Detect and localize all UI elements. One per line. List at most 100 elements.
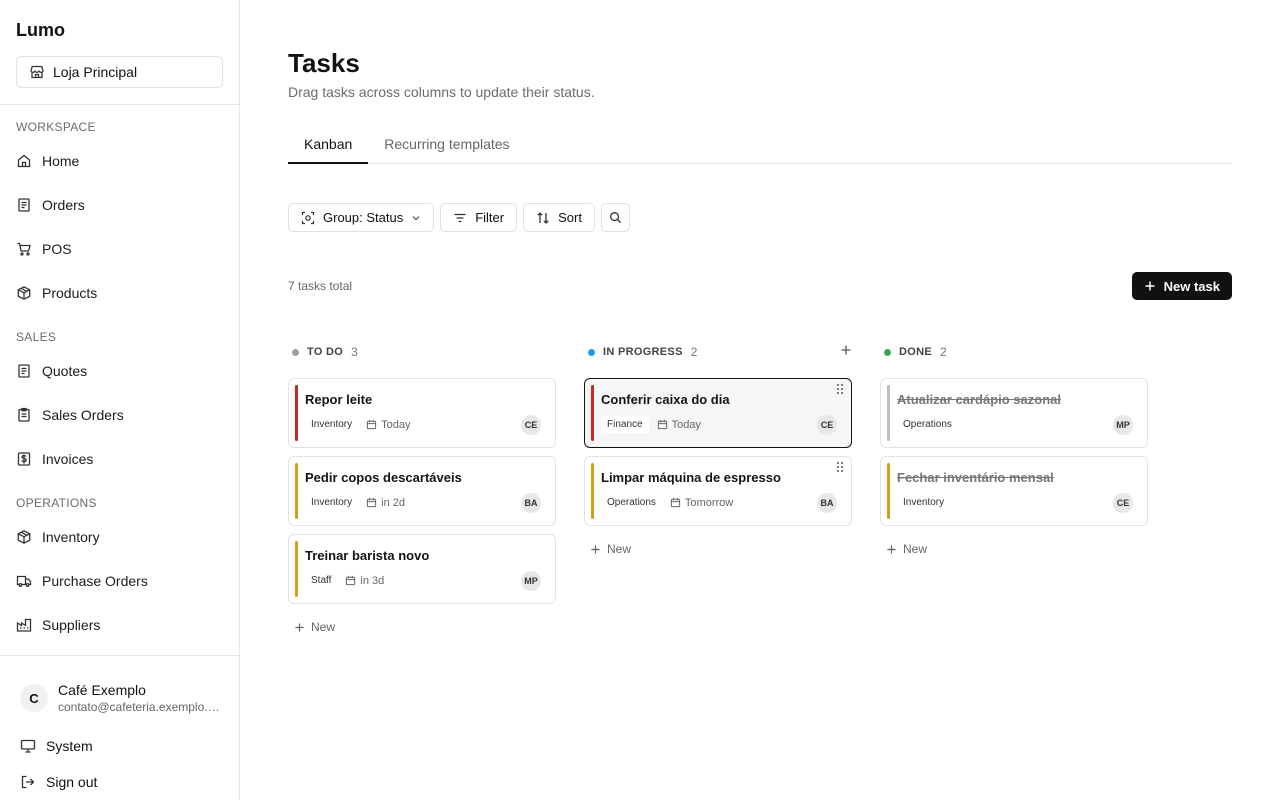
store-switcher[interactable]: Loja Principal [16, 56, 223, 88]
assignee-avatar: CE [1113, 493, 1133, 513]
system-theme-button[interactable]: System [0, 728, 239, 764]
priority-bar [295, 385, 298, 441]
calendar-icon [366, 419, 377, 430]
task-meta: Staff in 3d [305, 572, 384, 589]
status-dot [588, 348, 595, 356]
task-tag: Operations [601, 494, 662, 511]
view-tabs: Kanban Recurring templates [288, 126, 1232, 164]
task-tag: Inventory [305, 494, 359, 511]
task-due: Today [366, 418, 411, 431]
column-count: 2 [939, 345, 947, 359]
new-task-button[interactable]: New task [1131, 272, 1232, 300]
section-label-workspace: WORKSPACE [16, 120, 96, 134]
sidebar-item-orders[interactable]: Orders [0, 183, 239, 227]
sidebar-item-home[interactable]: Home [0, 139, 239, 183]
due-label: Today [671, 418, 701, 431]
due-label: Tomorrow [684, 496, 734, 509]
task-card[interactable]: Treinar barista novo Staff in 3d MP [288, 534, 556, 604]
priority-bar [887, 463, 890, 519]
box-icon [16, 529, 32, 545]
sidebar-item-products[interactable]: Products [0, 271, 239, 315]
plus-icon [1144, 280, 1156, 292]
column-title: TO DO [307, 346, 344, 358]
sidebar-item-pos[interactable]: POS [0, 227, 239, 271]
drag-handle-icon[interactable] [836, 461, 844, 473]
calendar-icon [366, 497, 377, 508]
sidebar: Lumo Loja Principal WORKSPACE Home Order… [0, 0, 240, 800]
new-task-label: New task [1163, 278, 1220, 294]
task-count: 7 tasks total [288, 279, 353, 293]
user-name: Café Exemplo [58, 682, 146, 698]
kanban-column-done: DONE 2 Atualizar cardápio sazonal Operat… [880, 340, 1148, 556]
task-due: in 3d [345, 575, 384, 587]
task-tag: Inventory [305, 416, 359, 433]
task-title: Fechar inventário mensal [897, 470, 1054, 485]
task-title: Pedir copos descartáveis [305, 470, 462, 485]
sidebar-footer: C Café Exemplo contato@cafeteria.exemplo… [0, 655, 239, 800]
new-label: New [607, 542, 632, 556]
sidebar-item-inventory[interactable]: Inventory [0, 515, 239, 559]
due-label: Today [381, 418, 411, 431]
sign-out-icon [20, 774, 36, 790]
sign-out-label: Sign out [46, 774, 98, 790]
due-label: in 3d [360, 574, 385, 587]
group-by-dropdown[interactable]: Group: Status [288, 203, 435, 232]
task-meta: Operations Tomorrow [601, 494, 733, 511]
task-card[interactable]: Pedir copos descartáveis Inventory in 2d… [288, 456, 556, 526]
search-button[interactable] [600, 203, 630, 232]
monitor-icon [20, 738, 36, 754]
status-dot [292, 348, 299, 356]
task-due: Today [657, 419, 701, 431]
priority-bar [591, 385, 594, 441]
sign-out-button[interactable]: Sign out [0, 764, 239, 800]
task-card[interactable]: Atualizar cardápio sazonal Operations MP [880, 378, 1148, 448]
new-label: New [903, 542, 928, 556]
sidebar-item-purchase-orders[interactable]: Purchase Orders [0, 559, 239, 603]
receipt-icon [16, 197, 32, 213]
priority-bar [295, 463, 298, 519]
factory-icon [16, 617, 32, 633]
filter-button[interactable]: Filter [440, 203, 518, 232]
task-card[interactable]: Limpar máquina de espresso Operations To… [584, 456, 852, 526]
document-icon [16, 363, 32, 379]
sidebar-item-invoices[interactable]: Invoices [0, 437, 239, 481]
task-card[interactable]: Repor leite Inventory Today CE [288, 378, 556, 448]
task-title: Treinar barista novo [305, 548, 430, 563]
column-count: 2 [690, 345, 698, 359]
sidebar-item-suppliers[interactable]: Suppliers [0, 603, 239, 647]
priority-bar [887, 385, 890, 441]
add-task-in-progress-button[interactable]: New [584, 542, 852, 556]
calendar-icon [657, 419, 668, 430]
section-label-operations: OPERATIONS [16, 496, 97, 510]
brand-logo: Lumo [16, 20, 65, 40]
invoice-dollar-icon [16, 451, 32, 467]
group-by-label: Group: Status [323, 210, 404, 225]
main-content: Tasks Drag tasks across columns to updat… [240, 0, 1280, 800]
drag-handle-icon[interactable] [836, 383, 844, 395]
column-title: DONE [899, 346, 932, 358]
column-count: 3 [351, 345, 359, 359]
sort-label: Sort [558, 210, 582, 225]
task-tag: Staff [305, 572, 338, 589]
sort-button[interactable]: Sort [523, 203, 595, 232]
add-task-todo-button[interactable]: New [288, 620, 556, 634]
sidebar-item-quotes[interactable]: Quotes [0, 349, 239, 393]
sidebar-item-sales-orders[interactable]: Sales Orders [0, 393, 239, 437]
assignee-avatar: BA [817, 493, 837, 513]
tab-recurring-templates[interactable]: Recurring templates [368, 126, 525, 164]
page-title: Tasks [288, 48, 360, 78]
sidebar-item-label: Suppliers [42, 617, 101, 633]
assignee-avatar: BA [521, 493, 541, 513]
plus-icon [294, 622, 305, 633]
column-add-icon[interactable] [840, 344, 852, 356]
task-card[interactable]: Conferir caixa do dia Finance Today CE [584, 378, 852, 448]
add-task-done-button[interactable]: New [880, 542, 1148, 556]
package-icon [16, 285, 32, 301]
task-card[interactable]: Fechar inventário mensal Inventory CE [880, 456, 1148, 526]
search-icon [609, 211, 622, 224]
tab-kanban[interactable]: Kanban [288, 126, 369, 164]
plus-icon [886, 544, 897, 555]
status-dot [884, 348, 891, 356]
user-profile[interactable]: C Café Exemplo contato@cafeteria.exemplo… [0, 656, 239, 720]
task-due: Tomorrow [670, 497, 733, 509]
